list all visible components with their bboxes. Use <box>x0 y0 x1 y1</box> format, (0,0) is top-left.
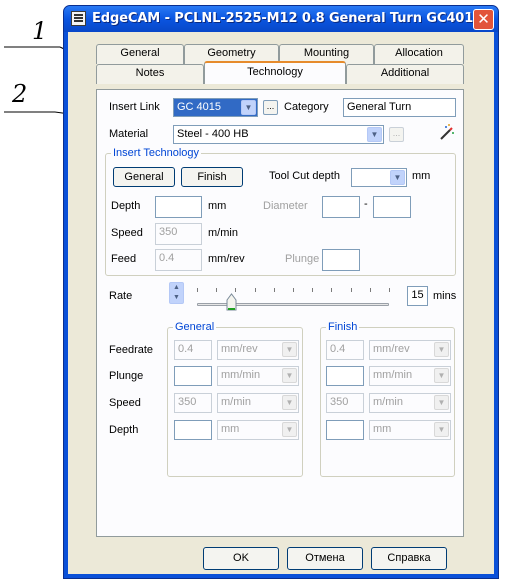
plunge-label: Plunge <box>285 253 320 265</box>
cancel-button[interactable]: Отмена <box>287 547 363 570</box>
finish-feedrate-field[interactable]: 0.4 <box>326 340 364 360</box>
depth-label: Depth <box>111 200 141 212</box>
callout-2: 2 <box>12 80 28 108</box>
rate-slider-tick <box>351 288 352 292</box>
speed-unit: m/min <box>208 227 238 239</box>
rate-slider-tick <box>274 288 275 292</box>
tab-additional[interactable]: Additional <box>346 64 464 84</box>
general-plunge-unit-select[interactable]: mm/min ▼ <box>217 366 299 386</box>
depth-unit: mm <box>208 200 227 212</box>
rate-value-field[interactable]: 15 <box>407 286 428 306</box>
diameter-min-field[interactable] <box>322 196 360 218</box>
insert-link-value: GC 4015 <box>177 101 222 113</box>
rate-spinner[interactable]: ▲ ▼ <box>169 282 184 304</box>
chevron-down-icon[interactable]: ▼ <box>434 368 449 383</box>
rate-slider-tick <box>255 288 256 292</box>
material-label: Material <box>109 128 149 140</box>
app-icon <box>71 11 86 26</box>
finish-speed-field[interactable]: 350 <box>326 393 364 413</box>
plunge-field[interactable] <box>322 249 360 271</box>
speed-field[interactable]: 350 <box>155 223 202 245</box>
rate-slider-thumb[interactable] <box>226 293 237 311</box>
tab-allocation[interactable]: Allocation <box>374 44 464 64</box>
finish-depth-field[interactable] <box>326 420 364 440</box>
chevron-down-icon[interactable]: ▼ <box>390 170 405 185</box>
chevron-down-icon[interactable]: ▼ <box>282 368 297 383</box>
general-depth-unit-select[interactable]: mm ▼ <box>217 420 299 440</box>
ok-button[interactable]: OK <box>203 547 279 570</box>
general-plunge-field[interactable] <box>174 366 212 386</box>
general-depth-field[interactable] <box>174 420 212 440</box>
technology-panel: Insert Link GC 4015 ▼ ... Category Gener… <box>96 89 464 537</box>
material-browse-button[interactable]: ... <box>389 127 404 142</box>
diameter-separator: - <box>364 198 368 210</box>
material-value: Steel - 400 HB <box>177 128 249 140</box>
callout-1: 1 <box>32 17 48 45</box>
plunge-row-label: Plunge <box>109 370 144 382</box>
dialog-client: General Geometry Mounting Allocation Not… <box>68 32 494 574</box>
depth-field[interactable] <box>155 196 202 218</box>
category-field[interactable]: General Turn <box>343 98 456 117</box>
feed-field[interactable]: 0.4 <box>155 249 202 271</box>
tool-cut-depth-unit: mm <box>412 170 431 182</box>
chevron-down-icon[interactable]: ▼ <box>367 127 382 142</box>
category-label: Category <box>284 101 329 113</box>
diameter-label: Diameter <box>263 200 308 212</box>
general-feedrate-field[interactable]: 0.4 <box>174 340 212 360</box>
rate-general-title: General <box>173 321 217 333</box>
rate-slider-tick <box>216 288 217 292</box>
insert-technology-title: Insert Technology <box>111 147 202 159</box>
general-speed-unit-select[interactable]: m/min ▼ <box>217 393 299 413</box>
chevron-down-icon[interactable]: ▼ <box>434 395 449 410</box>
material-select[interactable]: Steel - 400 HB ▼ <box>173 125 384 144</box>
title-bar[interactable]: EdgeCAM - PCLNL-2525-M12 0.8 General Tur… <box>64 6 498 32</box>
insert-link-select[interactable]: GC 4015 ▼ <box>173 98 258 117</box>
general-feedrate-unit-select[interactable]: mm/rev ▼ <box>217 340 299 360</box>
general-speed-field[interactable]: 350 <box>174 393 212 413</box>
finish-speed-unit-select[interactable]: m/min ▼ <box>369 393 451 413</box>
magic-wand-icon[interactable] <box>437 123 457 143</box>
rate-slider-tick <box>197 288 198 292</box>
chevron-down-icon[interactable]: ▼ <box>282 342 297 357</box>
diameter-max-field[interactable] <box>373 196 411 218</box>
rate-label: Rate <box>109 290 133 302</box>
rate-slider-tick <box>370 288 371 292</box>
rate-finish-title: Finish <box>326 321 360 333</box>
chevron-down-icon[interactable]: ▼ <box>241 100 256 115</box>
rate-slider-tick <box>312 288 313 292</box>
finish-plunge-field[interactable] <box>326 366 364 386</box>
window-title: EdgeCAM - PCLNL-2525-M12 0.8 General Tur… <box>92 11 483 26</box>
finish-plunge-unit-select[interactable]: mm/min ▼ <box>369 366 451 386</box>
feed-unit: mm/rev <box>208 253 245 265</box>
chevron-down-icon[interactable]: ▼ <box>282 422 297 437</box>
finish-button[interactable]: Finish <box>181 167 243 187</box>
chevron-down-icon[interactable]: ▼ <box>434 422 449 437</box>
tab-technology[interactable]: Technology <box>204 61 346 84</box>
speed-row-label: Speed <box>109 397 141 409</box>
rate-slider-tick <box>293 288 294 292</box>
insert-link-browse-button[interactable]: ... <box>263 100 278 115</box>
rate-slider-tick <box>331 288 332 292</box>
tab-notes[interactable]: Notes <box>96 64 204 84</box>
dialog-window: EdgeCAM - PCLNL-2525-M12 0.8 General Tur… <box>63 5 499 579</box>
finish-feedrate-unit-select[interactable]: mm/rev ▼ <box>369 340 451 360</box>
depth-row-label: Depth <box>109 424 139 436</box>
chevron-down-icon[interactable]: ▼ <box>434 342 449 357</box>
rate-unit: mins <box>433 290 457 302</box>
tool-cut-depth-label: Tool Cut depth <box>269 170 340 182</box>
general-button[interactable]: General <box>113 167 175 187</box>
help-button[interactable]: Справка <box>371 547 447 570</box>
tab-general[interactable]: General <box>96 44 184 64</box>
rate-slider-tick <box>389 288 390 292</box>
chevron-down-icon[interactable]: ▼ <box>282 395 297 410</box>
speed-label: Speed <box>111 227 143 239</box>
rate-slider-tick <box>235 288 236 292</box>
feed-label: Feed <box>111 253 137 265</box>
finish-depth-unit-select[interactable]: mm ▼ <box>369 420 451 440</box>
tool-cut-depth-select[interactable]: ▼ <box>351 168 407 187</box>
close-button[interactable]: ✕ <box>473 9 494 30</box>
feedrate-row-label: Feedrate <box>109 344 154 356</box>
insert-link-label: Insert Link <box>109 101 160 113</box>
